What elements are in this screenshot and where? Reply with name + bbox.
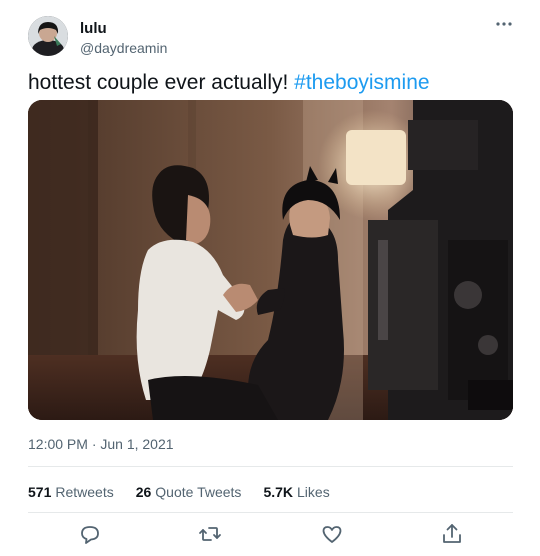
likes-label: Likes [297,484,330,500]
tweet-photo[interactable] [28,100,513,420]
author-handle[interactable]: @daydreamin [80,40,167,56]
hashtag-link[interactable]: #theboyismine [294,71,429,94]
quote-tweets-stat[interactable]: 26 Quote Tweets [136,484,242,500]
tweet-text: hottest couple ever actually! #theboyism… [28,70,518,96]
tweet-card: lulu @daydreamin hottest couple ever act… [0,0,540,556]
engagement-stats: 571 Retweets 26 Quote Tweets 5.7K Likes [28,484,352,500]
share-icon[interactable] [440,522,464,546]
retweets-stat[interactable]: 571 Retweets [28,484,114,500]
retweet-icon[interactable] [198,522,222,546]
likes-count: 5.7K [263,484,294,500]
timestamp[interactable]: 12:00 PM · Jun 1, 2021 [28,436,174,452]
tweet-body: hottest couple ever actually! [28,71,295,94]
divider [28,466,513,467]
avatar[interactable] [28,16,68,56]
author-name[interactable]: lulu [80,20,107,37]
reply-icon[interactable] [78,522,102,546]
like-icon[interactable] [320,522,344,546]
retweets-count: 571 [28,484,52,500]
divider [28,512,513,513]
quote-tweets-label: Quote Tweets [155,484,242,500]
retweets-label: Retweets [55,484,114,500]
quote-tweets-count: 26 [135,484,152,500]
more-options-icon[interactable] [490,14,518,34]
action-bar [28,522,513,546]
likes-stat[interactable]: 5.7K Likes [263,484,329,500]
